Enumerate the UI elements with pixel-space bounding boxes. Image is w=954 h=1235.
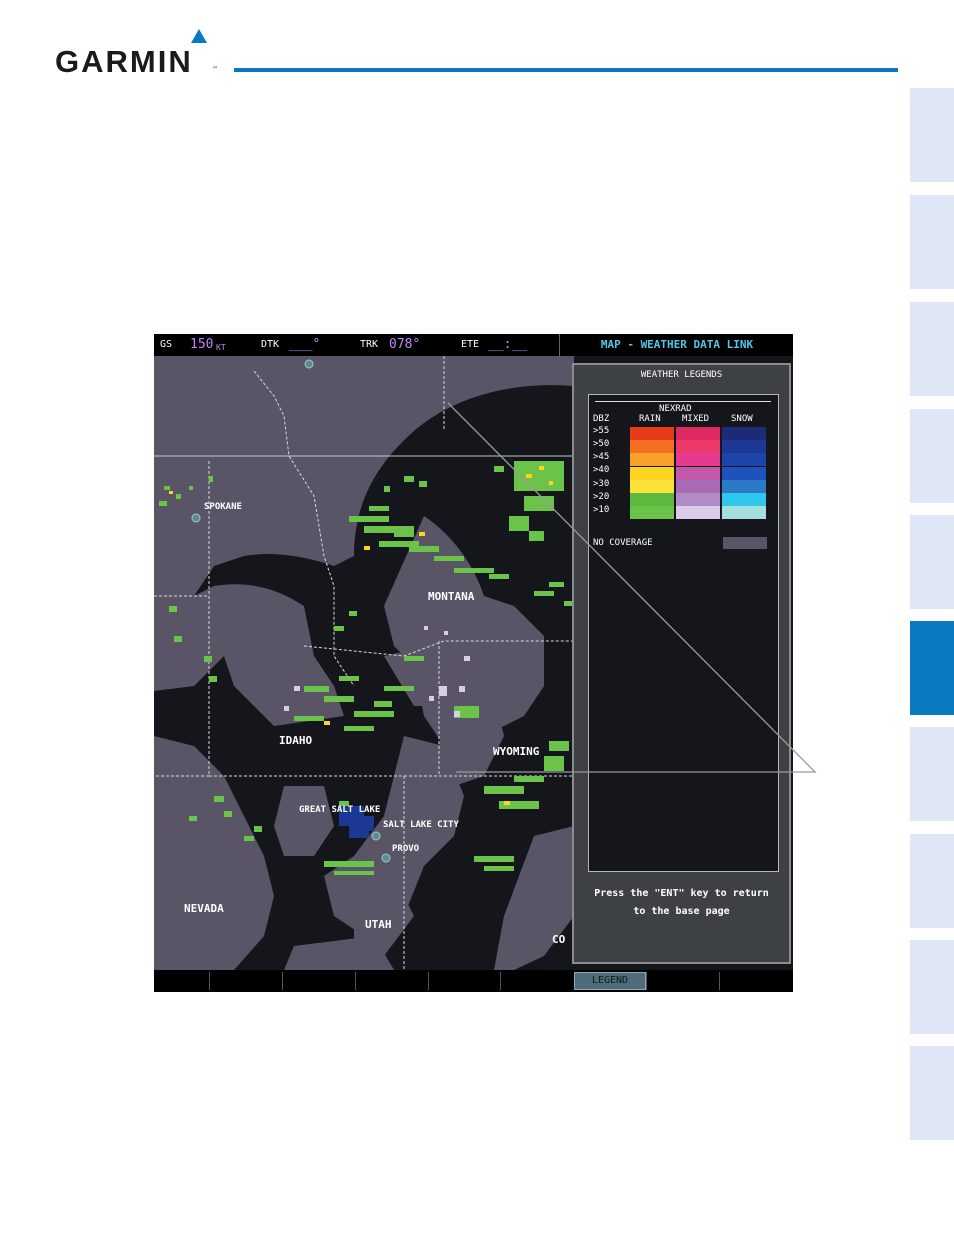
legend-title: WEATHER LEGENDS bbox=[640, 370, 723, 380]
rain-swatch bbox=[630, 453, 674, 467]
side-tab-7[interactable] bbox=[910, 727, 954, 821]
dbz-row-label: >40 bbox=[593, 465, 610, 475]
map-label-salt-lake-city: SALT LAKE CITY bbox=[383, 820, 459, 830]
legend-instructions: Press the "ENT" key to return to the bas… bbox=[574, 885, 789, 921]
map-label-idaho: IDAHO bbox=[279, 734, 313, 747]
map-label-utah: UTAH bbox=[365, 918, 392, 931]
softkey-7[interactable] bbox=[646, 972, 719, 990]
legend-content: NEXRAD DBZ RAIN MIXED SNOW >55 >50 >45 >… bbox=[588, 394, 779, 872]
trk-label: TRK bbox=[360, 339, 379, 350]
softkey-8[interactable] bbox=[719, 972, 793, 990]
mixed-heading: MIXED bbox=[682, 414, 710, 424]
side-tab-4[interactable] bbox=[910, 409, 954, 503]
mixed-swatch bbox=[676, 506, 720, 520]
map-label-wyoming: WYOMING bbox=[493, 745, 540, 758]
trademark: ™ bbox=[212, 66, 218, 73]
ete-label: ETE bbox=[461, 339, 480, 350]
nexrad-heading: NEXRAD bbox=[659, 404, 692, 414]
trk-value: 078° bbox=[389, 337, 421, 352]
side-tab-2[interactable] bbox=[910, 195, 954, 289]
snow-swatch bbox=[722, 453, 766, 467]
mixed-swatch bbox=[676, 427, 720, 440]
snow-heading: SNOW bbox=[731, 414, 753, 424]
dbz-row-label: >45 bbox=[593, 452, 610, 462]
softkey-4[interactable] bbox=[428, 972, 500, 990]
rain-swatch bbox=[630, 493, 674, 506]
no-coverage-label: NO COVERAGE bbox=[593, 538, 653, 548]
dbz-row-label: >10 bbox=[593, 505, 610, 515]
map-label-spokane: SPOKANE bbox=[204, 502, 242, 512]
map-label-provo: PROVO bbox=[392, 844, 420, 854]
dbz-row-label: >30 bbox=[593, 479, 610, 489]
map-label-montana: MONTANA bbox=[428, 590, 475, 603]
navigation-status-bar: GS 150 KT DTK ___° TRK 078° ETE __:__ MA… bbox=[154, 334, 793, 356]
dbz-heading: DBZ bbox=[593, 414, 610, 424]
dbz-row-label: >20 bbox=[593, 492, 610, 502]
side-tab-6-active[interactable] bbox=[910, 621, 954, 715]
gs-label: GS bbox=[160, 339, 173, 350]
map-label-colorado: CO bbox=[552, 933, 566, 946]
dtk-label: DTK bbox=[261, 339, 280, 350]
softkey-bar: LEGEND bbox=[154, 970, 793, 992]
snow-swatch bbox=[722, 493, 766, 506]
no-coverage-regions bbox=[154, 356, 574, 970]
legend-divider bbox=[595, 401, 771, 402]
rain-swatch bbox=[630, 479, 674, 493]
map-label-great-salt-lake: GREAT SALT LAKE bbox=[299, 805, 381, 815]
gs-value: 150 bbox=[190, 337, 214, 352]
mixed-swatch bbox=[676, 493, 720, 506]
side-tab-3[interactable] bbox=[910, 302, 954, 396]
softkey-5[interactable] bbox=[500, 972, 573, 990]
side-tab-8[interactable] bbox=[910, 834, 954, 928]
rain-swatch bbox=[630, 440, 674, 454]
mixed-swatch bbox=[676, 479, 720, 493]
header-rule bbox=[234, 68, 898, 72]
legend-softkey[interactable]: LEGEND bbox=[574, 972, 646, 990]
rain-swatch bbox=[630, 506, 674, 520]
side-tab-9[interactable] bbox=[910, 940, 954, 1034]
side-tab-1[interactable] bbox=[910, 88, 954, 182]
ete-value: __:__ bbox=[488, 337, 528, 352]
snow-swatch bbox=[722, 466, 766, 480]
side-tab-5[interactable] bbox=[910, 515, 954, 609]
legend-instruction-line-2: to the base page bbox=[633, 906, 730, 917]
softkey-1[interactable] bbox=[209, 972, 282, 990]
legend-instruction-line-1: Press the "ENT" key to return bbox=[594, 888, 769, 899]
mixed-swatch bbox=[676, 466, 720, 480]
rain-swatch bbox=[630, 466, 674, 480]
weather-legend-window: WEATHER LEGENDS NEXRAD DBZ RAIN MIXED SN… bbox=[572, 363, 791, 964]
rain-swatch bbox=[630, 427, 674, 440]
mfd-screen: GS 150 KT DTK ___° TRK 078° ETE __:__ MA… bbox=[154, 334, 793, 992]
snow-swatch bbox=[722, 479, 766, 493]
softkey-3[interactable] bbox=[355, 972, 428, 990]
mixed-swatch bbox=[676, 440, 720, 454]
logo-triangle-icon bbox=[191, 29, 207, 43]
mixed-swatch bbox=[676, 453, 720, 467]
map-label-nevada: NEVADA bbox=[184, 902, 224, 915]
side-tab-10[interactable] bbox=[910, 1046, 954, 1140]
softkey-2[interactable] bbox=[282, 972, 355, 990]
gs-unit: KT bbox=[216, 343, 226, 352]
no-coverage-swatch bbox=[723, 537, 767, 549]
page-title: MAP - WEATHER DATA LINK bbox=[559, 334, 793, 356]
snow-swatch bbox=[722, 506, 766, 520]
rain-heading: RAIN bbox=[639, 414, 661, 424]
snow-swatch bbox=[722, 427, 766, 440]
dbz-row-label: >50 bbox=[593, 439, 610, 449]
garmin-logo: GARMIN bbox=[55, 44, 193, 79]
dtk-value: ___° bbox=[289, 337, 321, 352]
snow-swatch bbox=[722, 440, 766, 454]
dbz-row-label: >55 bbox=[593, 426, 610, 436]
